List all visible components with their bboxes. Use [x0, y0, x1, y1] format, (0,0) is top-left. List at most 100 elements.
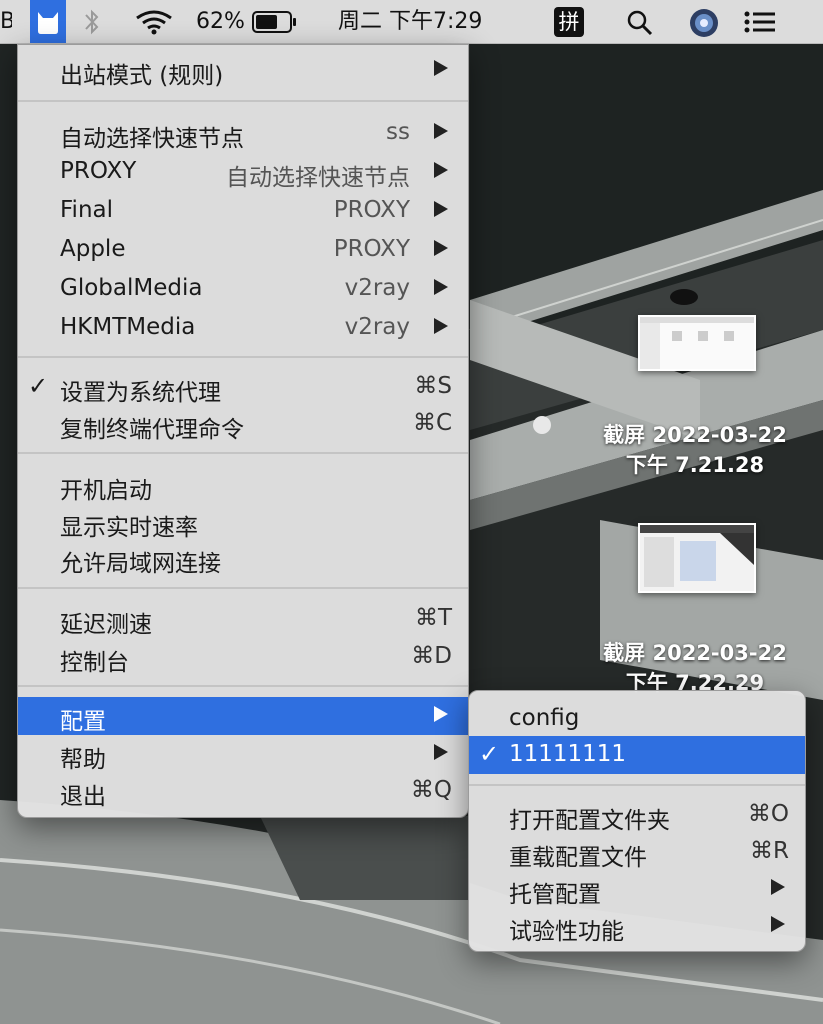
- group-selected-value: v2ray: [344, 314, 410, 340]
- screenshot-name-1: 截屏 2022-03-22: [603, 423, 787, 447]
- shortcut-label: ⌘C: [412, 410, 452, 436]
- group-selected-value: v2ray: [344, 275, 410, 301]
- menu-item-group-auto-select[interactable]: 自动选择快速节点 ss: [18, 114, 468, 152]
- menu-item-dashboard[interactable]: 控制台 ⌘D: [18, 638, 468, 676]
- menu-item-allow-lan[interactable]: 允许局域网连接: [18, 539, 468, 577]
- menu-separator: [18, 356, 468, 358]
- menu-item-show-speed[interactable]: 显示实时速率: [18, 503, 468, 541]
- config-option-label: 11111111: [509, 741, 627, 767]
- copy-terminal-command-label: 复制终端代理命令: [60, 417, 244, 443]
- menu-item-reload-config[interactable]: 重载配置文件 ⌘R: [469, 833, 805, 871]
- group-selected-value: 自动选择快速节点: [226, 165, 410, 191]
- menu-item-group-final[interactable]: Final PROXY: [18, 192, 468, 230]
- bluetooth-icon[interactable]: [82, 8, 102, 36]
- menu-item-group-apple[interactable]: Apple PROXY: [18, 231, 468, 269]
- screenshot-caption-2[interactable]: 截屏 2022-03-22 下午 7.22.29: [580, 638, 810, 698]
- open-config-folder-label: 打开配置文件夹: [509, 808, 670, 834]
- screenshot-caption-1[interactable]: 截屏 2022-03-22 下午 7.21.28: [580, 420, 810, 480]
- checkmark-icon: ✓: [479, 740, 500, 768]
- menu-bar: B 62% 周二 下午7:29 拼: [0, 0, 823, 44]
- submenu-arrow-icon: [434, 201, 448, 217]
- menu-item-managed-config[interactable]: 托管配置: [469, 870, 805, 908]
- menu-item-quit[interactable]: 退出 ⌘Q: [18, 772, 468, 810]
- menu-item-set-system-proxy[interactable]: ✓ 设置为系统代理 ⌘S: [18, 368, 468, 406]
- allow-lan-label: 允许局域网连接: [60, 551, 221, 577]
- submenu-arrow-icon: [434, 162, 448, 178]
- set-system-proxy-label: 设置为系统代理: [60, 380, 221, 406]
- screenshot-time-1: 下午 7.21.28: [625, 453, 765, 477]
- cat-icon: [38, 12, 58, 34]
- quit-label: 退出: [60, 784, 106, 810]
- menu-item-group-globalmedia[interactable]: GlobalMedia v2ray: [18, 270, 468, 308]
- clashx-status-icon[interactable]: [30, 0, 66, 43]
- group-label: 自动选择快速节点: [60, 126, 244, 152]
- menu-item-launch-at-login[interactable]: 开机启动: [18, 466, 468, 504]
- config-option-config[interactable]: config: [469, 700, 805, 738]
- group-selected-value: PROXY: [333, 197, 410, 223]
- menu-item-experimental[interactable]: 试验性功能: [469, 907, 805, 945]
- submenu-arrow-icon: [434, 240, 448, 256]
- wifi-icon[interactable]: [134, 9, 174, 35]
- screenshot-preview-image: [640, 317, 754, 369]
- group-label: GlobalMedia: [60, 275, 203, 301]
- menu-item-group-proxy[interactable]: PROXY 自动选择快速节点: [18, 153, 468, 191]
- menu-item-open-config-folder[interactable]: 打开配置文件夹 ⌘O: [469, 796, 805, 834]
- outbound-mode-label: 出站模式 (规则): [60, 63, 224, 89]
- submenu-arrow-icon: [434, 279, 448, 295]
- clashx-dropdown-menu: 出站模式 (规则) 自动选择快速节点 ss PROXY 自动选择快速节点 Fin…: [17, 44, 469, 818]
- shortcut-label: ⌘D: [411, 643, 452, 669]
- menu-item-config[interactable]: 配置: [18, 697, 468, 735]
- menu-item-latency-test[interactable]: 延迟测速 ⌘T: [18, 600, 468, 638]
- screenshot-preview-image: [640, 525, 754, 591]
- dashboard-label: 控制台: [60, 650, 129, 676]
- group-selected-value: PROXY: [333, 236, 410, 262]
- config-option-11111111[interactable]: ✓ 11111111: [469, 736, 805, 774]
- shortcut-label: ⌘O: [747, 801, 789, 827]
- config-label: 配置: [60, 709, 106, 735]
- show-speed-label: 显示实时速率: [60, 515, 198, 541]
- reload-config-label: 重载配置文件: [509, 845, 647, 871]
- input-method-icon[interactable]: 拼: [554, 7, 584, 37]
- submenu-arrow-icon: [434, 706, 448, 722]
- shortcut-label: ⌘T: [414, 605, 452, 631]
- config-option-label: config: [509, 705, 580, 731]
- latency-test-label: 延迟测速: [60, 612, 152, 638]
- help-label: 帮助: [60, 747, 106, 773]
- launch-at-login-label: 开机启动: [60, 478, 152, 504]
- submenu-arrow-icon: [434, 744, 448, 760]
- submenu-arrow-icon: [771, 916, 785, 932]
- screenshot-thumbnail-2[interactable]: [638, 523, 756, 593]
- screenshot-thumbnail-1[interactable]: [638, 315, 756, 371]
- submenu-arrow-icon: [434, 123, 448, 139]
- menu-separator: [18, 452, 468, 454]
- submenu-arrow-icon: [434, 60, 448, 76]
- menubar-app-fragment[interactable]: B: [0, 0, 12, 43]
- checkmark-icon: ✓: [28, 372, 49, 400]
- menu-separator: [18, 685, 468, 687]
- menu-item-outbound-mode[interactable]: 出站模式 (规则): [18, 51, 468, 89]
- group-selected-value: ss: [386, 119, 410, 145]
- submenu-arrow-icon: [434, 318, 448, 334]
- experimental-label: 试验性功能: [509, 919, 624, 945]
- spotlight-search-icon[interactable]: [626, 9, 656, 37]
- menu-separator: [18, 100, 468, 102]
- battery-icon[interactable]: [252, 10, 298, 34]
- menu-separator: [469, 784, 805, 786]
- group-label: HKMTMedia: [60, 314, 196, 340]
- menu-item-help[interactable]: 帮助: [18, 735, 468, 773]
- group-label: PROXY: [60, 158, 137, 184]
- siri-icon[interactable]: [688, 7, 720, 39]
- battery-percent: 62%: [196, 9, 245, 34]
- submenu-arrow-icon: [771, 879, 785, 895]
- config-submenu: config ✓ 11111111 打开配置文件夹 ⌘O 重载配置文件 ⌘R 托…: [468, 690, 806, 952]
- menu-separator: [18, 587, 468, 589]
- group-label: Final: [60, 197, 114, 223]
- shortcut-label: ⌘S: [414, 373, 452, 399]
- shortcut-label: ⌘R: [750, 838, 789, 864]
- menu-item-group-hkmtmedia[interactable]: HKMTMedia v2ray: [18, 309, 468, 347]
- control-center-icon[interactable]: [744, 11, 776, 33]
- menubar-clock[interactable]: 周二 下午7:29: [338, 0, 482, 43]
- screenshot-name-2: 截屏 2022-03-22: [603, 641, 787, 665]
- managed-config-label: 托管配置: [509, 882, 601, 908]
- menu-item-copy-terminal-command[interactable]: 复制终端代理命令 ⌘C: [18, 405, 468, 443]
